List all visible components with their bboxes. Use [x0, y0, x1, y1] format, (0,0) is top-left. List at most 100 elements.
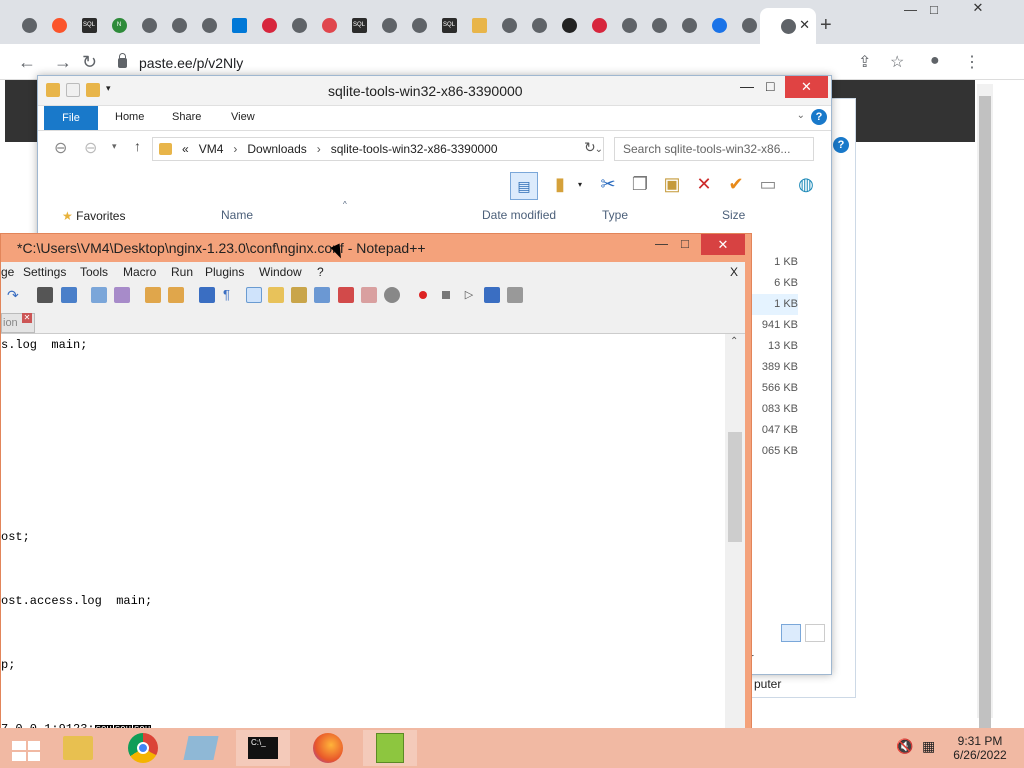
recent-locations-icon[interactable]: ▾ — [112, 141, 117, 152]
close-window-button[interactable]: ✕ — [958, 0, 998, 16]
new-tab-button[interactable]: + — [820, 14, 832, 37]
minimize-button[interactable]: — — [904, 2, 917, 17]
browser-tab[interactable] — [406, 12, 432, 38]
close-tab-icon[interactable]: ✕ — [22, 313, 32, 323]
browser-tab[interactable] — [706, 12, 732, 38]
maximize-button[interactable]: □ — [930, 2, 938, 17]
taskbar-app[interactable] — [174, 730, 228, 766]
delete-icon[interactable]: ✕ — [692, 172, 716, 196]
taskbar-chrome[interactable] — [116, 730, 170, 766]
browser-tab[interactable] — [16, 12, 42, 38]
address-bar[interactable]: paste.ee/p/v2Nly — [112, 49, 832, 77]
menu-tools[interactable]: Tools — [80, 265, 108, 279]
browser-tab[interactable] — [466, 12, 492, 38]
column-header-date-modified[interactable]: Date modified — [482, 208, 556, 222]
browser-tab[interactable]: SQL — [436, 12, 462, 38]
browser-tab[interactable] — [286, 12, 312, 38]
close-tab-icon[interactable]: ✕ — [799, 17, 810, 33]
address-dropdown-icon[interactable]: ⌄ — [595, 144, 603, 155]
menu-window[interactable]: Window — [259, 265, 302, 279]
taskbar-file-explorer[interactable] — [51, 730, 105, 766]
scroll-up-icon[interactable]: ⌃ — [730, 336, 738, 347]
editor-scrollbar[interactable]: ⌃ — [725, 334, 745, 734]
copy-icon[interactable]: ❐ — [628, 172, 652, 196]
browser-tab[interactable] — [256, 12, 282, 38]
menu-macro[interactable]: Macro — [123, 265, 156, 279]
browser-tab[interactable] — [166, 12, 192, 38]
ribbon-tab-view[interactable]: View — [231, 111, 255, 123]
breadcrumb-downloads[interactable]: Downloads — [247, 142, 306, 156]
indent-guide-icon[interactable] — [246, 287, 262, 303]
ribbon-tab-home[interactable]: Home — [115, 111, 144, 123]
help-icon[interactable]: ? — [833, 137, 849, 153]
menu-run[interactable]: Run — [171, 265, 193, 279]
column-header-size[interactable]: Size — [722, 208, 745, 222]
comment-icon[interactable] — [384, 287, 400, 303]
computer-nav-item[interactable]: puter — [752, 677, 856, 697]
browser-tab[interactable]: SQL — [346, 12, 372, 38]
browser-tab[interactable] — [196, 12, 222, 38]
notepadpp-maximize-button[interactable]: □ — [681, 236, 689, 251]
volume-muted-icon[interactable]: 🔇 — [896, 738, 913, 755]
nav-favorites[interactable]: ★ Favorites — [62, 209, 125, 223]
up-level-button[interactable]: ↑ — [134, 138, 141, 154]
column-header-name[interactable]: Name — [221, 208, 253, 222]
browser-tab[interactable] — [136, 12, 162, 38]
browser-tab[interactable] — [316, 12, 342, 38]
browser-tab[interactable] — [676, 12, 702, 38]
taskbar-notepadpp[interactable] — [363, 730, 417, 766]
forward-nav-button[interactable]: ⊖ — [84, 138, 97, 158]
sync-horizontal-icon[interactable] — [168, 287, 184, 303]
folder-properties-icon[interactable]: ▮ — [548, 172, 572, 196]
share-icon[interactable]: ⇪ — [858, 52, 871, 72]
browser-tab[interactable] — [376, 12, 402, 38]
folder-as-workspace-icon[interactable] — [338, 287, 354, 303]
browser-tab[interactable] — [736, 12, 762, 38]
browser-tab[interactable] — [526, 12, 552, 38]
explorer-search-input[interactable]: Search sqlite-tools-win32-x86... — [614, 137, 814, 161]
breadcrumb-current[interactable]: sqlite-tools-win32-x86-3390000 — [331, 142, 498, 156]
user-language-icon[interactable] — [268, 287, 284, 303]
column-header-type[interactable]: Type — [602, 208, 628, 222]
browser-tab[interactable] — [46, 12, 72, 38]
menu-kebab-icon[interactable]: ⋮ — [964, 52, 980, 72]
back-button[interactable]: ← — [18, 52, 36, 73]
clock[interactable]: 9:31 PM 6/26/2022 — [950, 734, 1010, 762]
play-macro-icon[interactable]: ▷ — [461, 287, 477, 303]
monitoring-icon[interactable] — [361, 287, 377, 303]
run-macro-multiple-icon[interactable] — [484, 287, 500, 303]
notepadpp-minimize-button[interactable]: — — [655, 236, 668, 251]
profile-icon[interactable]: ● — [930, 52, 940, 70]
editor-scrollbar-thumb[interactable] — [728, 432, 742, 542]
paste-icon[interactable]: ▣ — [660, 172, 684, 196]
browser-tab[interactable] — [496, 12, 522, 38]
record-macro-icon[interactable] — [415, 287, 431, 303]
close-document-button[interactable]: X — [730, 265, 738, 279]
large-icons-view-button[interactable] — [805, 624, 825, 642]
network-icon[interactable]: ▦ — [922, 738, 935, 755]
dropdown-icon[interactable]: ▾ — [578, 180, 582, 189]
page-scrollbar[interactable] — [977, 84, 993, 744]
reload-button[interactable]: ↻ — [82, 52, 97, 73]
browser-tab[interactable] — [646, 12, 672, 38]
function-list-icon[interactable] — [314, 287, 330, 303]
ribbon-tab-file[interactable]: File — [44, 106, 98, 130]
explorer-minimize-button[interactable]: — — [740, 78, 754, 94]
details-view-button[interactable] — [781, 624, 801, 642]
active-tab[interactable]: ✕ — [760, 8, 816, 44]
page-scrollbar-thumb[interactable] — [979, 96, 991, 744]
browser-tab[interactable] — [556, 12, 582, 38]
forward-button[interactable]: → — [54, 52, 72, 73]
preview-pane-icon[interactable]: ▤ — [510, 172, 538, 200]
breadcrumb-overflow[interactable]: « — [182, 142, 189, 156]
qat-dropdown-icon[interactable]: ▾ — [106, 83, 111, 97]
show-all-characters-icon[interactable]: ¶ — [223, 287, 239, 303]
code-editor[interactable]: s.log main; ost; ost.access.log main; p;… — [1, 334, 745, 736]
taskbar-firefox[interactable] — [301, 730, 355, 766]
zoom-in-icon[interactable] — [91, 287, 107, 303]
rename-icon[interactable]: ▭ — [756, 172, 780, 196]
help-icon[interactable]: ? — [811, 109, 827, 125]
globe-icon[interactable]: ◍ — [794, 172, 818, 196]
redo-icon[interactable]: ↷ — [7, 287, 23, 303]
checkmark-icon[interactable]: ✔ — [724, 172, 748, 196]
